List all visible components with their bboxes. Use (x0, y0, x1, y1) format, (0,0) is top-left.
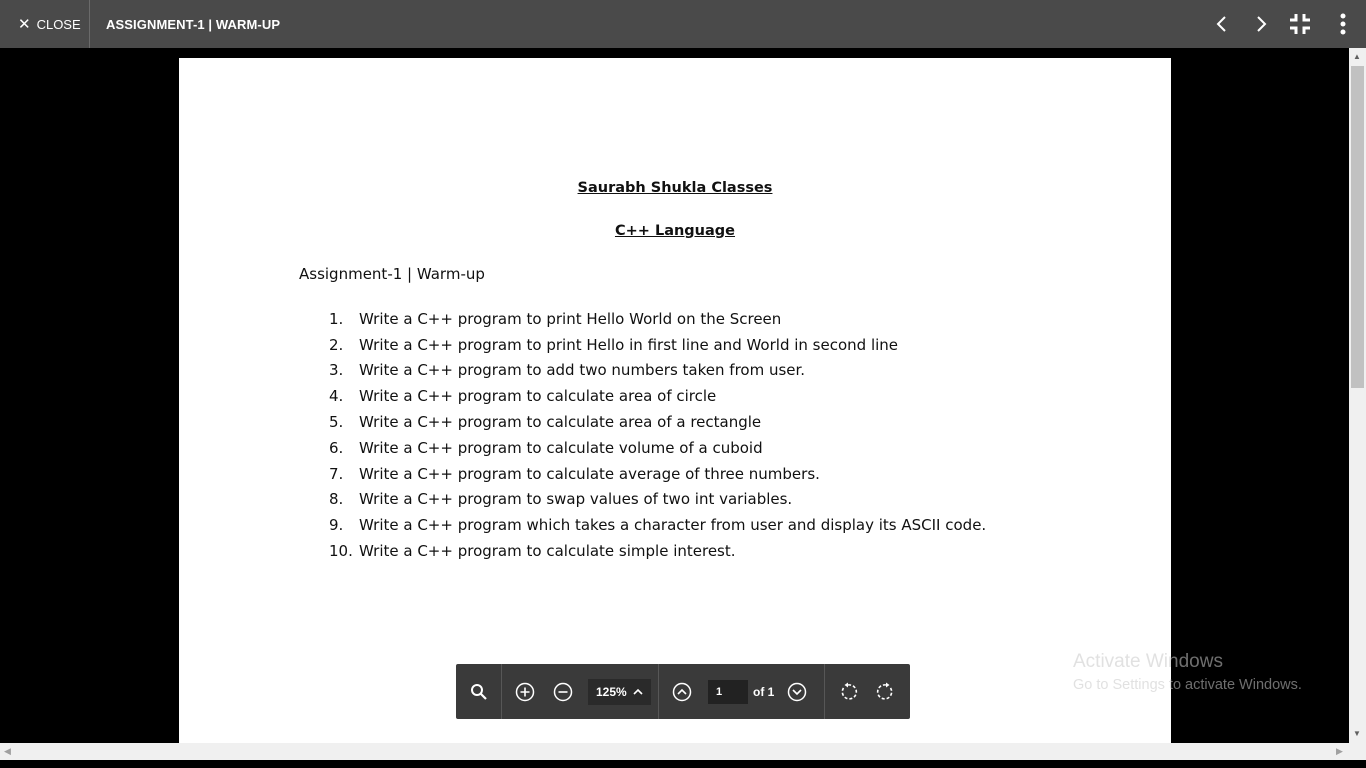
zoom-in-icon (515, 682, 535, 701)
rotate-right-button[interactable] (867, 673, 905, 711)
document-subheading: C++ Language (614, 223, 736, 239)
page-down-icon (788, 682, 807, 701)
zoom-out-button[interactable] (544, 673, 582, 711)
search-icon (470, 683, 487, 700)
scroll-up-arrow-icon[interactable]: ▲ (1353, 52, 1361, 61)
rotate-right-icon (876, 682, 893, 700)
chevron-left-icon[interactable] (1210, 12, 1234, 36)
document-heading: Saurabh Shukla Classes (577, 180, 773, 196)
page-total-label: of 1 (753, 684, 775, 699)
watermark-title: Activate Windows (1073, 651, 1223, 672)
list-item: 2. Write a C++ program to print Hello in … (329, 335, 899, 354)
close-icon: ✕ (18, 15, 31, 33)
list-item: 6. Write a C++ program to calculate volum… (329, 438, 763, 457)
zoom-select[interactable]: 125% (588, 678, 651, 705)
bottom-strip (0, 760, 1366, 768)
document-page: Saurabh Shukla Classes C++ Language Assi… (179, 58, 1171, 743)
scrollbar-corner (1349, 743, 1366, 760)
list-item: 1. Write a C++ program to print Hello Wor… (329, 309, 782, 328)
search-group (456, 664, 502, 719)
zoom-group: 125% (502, 664, 659, 719)
rotate-left-button[interactable] (829, 673, 867, 711)
next-page-button[interactable] (778, 673, 816, 711)
scroll-right-arrow-icon[interactable]: ▶ (1336, 746, 1343, 757)
page-number-input[interactable] (708, 679, 748, 704)
zoom-value: 125% (596, 684, 627, 699)
previous-page-button[interactable] (663, 673, 701, 711)
chevron-right-icon[interactable] (1249, 12, 1273, 36)
scroll-down-arrow-icon[interactable]: ▼ (1353, 729, 1361, 738)
vertical-scrollbar[interactable]: ▲ ▼ (1349, 48, 1366, 743)
close-button[interactable]: ✕ CLOSE (0, 0, 90, 48)
zoom-out-icon (553, 682, 573, 701)
scroll-left-arrow-icon[interactable]: ◀ (4, 746, 11, 757)
search-button[interactable] (460, 673, 498, 711)
close-label: CLOSE (36, 16, 81, 32)
rotate-left-icon (841, 682, 858, 700)
more-vertical-icon[interactable] (1331, 12, 1355, 36)
chevron-up-icon (633, 688, 643, 695)
document-title: ASSIGNMENT-1 | WARM-UP (106, 16, 281, 32)
list-item: 10. Write a C++ program to calculate simp… (329, 542, 736, 561)
horizontal-scrollbar[interactable]: ◀ ▶ (0, 743, 1349, 760)
list-item: 5. Write a C++ program to calculate area … (329, 413, 762, 432)
exit-fullscreen-icon[interactable] (1288, 12, 1312, 36)
zoom-in-button[interactable] (506, 673, 544, 711)
list-item: 7. Write a C++ program to calculate avera… (329, 464, 820, 483)
vertical-scroll-thumb[interactable] (1351, 66, 1364, 388)
top-bar: ✕ CLOSE ASSIGNMENT-1 | WARM-UP (0, 0, 1366, 48)
watermark-subtitle: Go to Settings to activate Windows. (1073, 677, 1302, 693)
list-item: 8. Write a C++ program to swap values of … (329, 490, 793, 509)
page-up-icon (672, 682, 692, 701)
assignment-list: 1. Write a C++ program to print Hello Wor… (329, 306, 986, 564)
list-item: 9. Write a C++ program which takes a char… (329, 516, 987, 535)
page-nav-group: of 1 (659, 664, 825, 719)
list-item: 3. Write a C++ program to add two numbers… (329, 361, 806, 380)
rotate-group (825, 664, 910, 719)
pdf-toolbar: 125% of 1 (456, 664, 910, 719)
list-item: 4. Write a C++ program to calculate area … (329, 387, 717, 406)
document-viewer: Saurabh Shukla Classes C++ Language Assi… (0, 48, 1349, 743)
activate-windows-watermark: Activate Windows Go to Settings to activ… (1073, 651, 1302, 693)
assignment-title: Assignment-1 | Warm-up (299, 265, 485, 283)
